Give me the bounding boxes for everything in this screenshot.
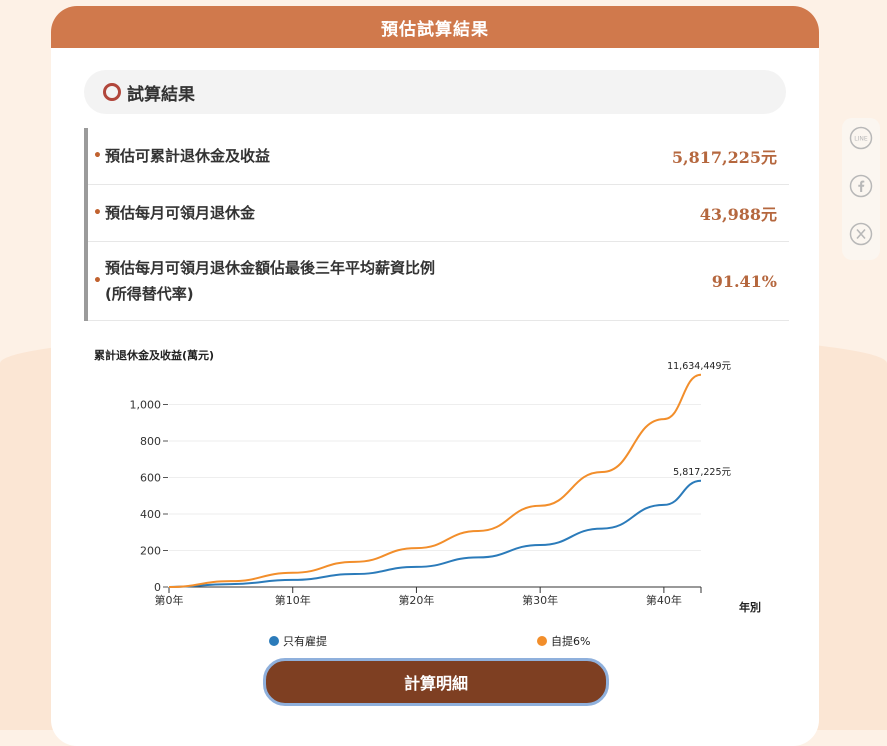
y-tick-label: 400 [140,508,161,521]
x-tick-label: 第10年 [275,593,311,607]
facebook-share-icon[interactable] [849,174,873,198]
section-title: 試算結果 [127,84,195,105]
y-tick-label: 0 [154,581,161,594]
series-end-label: 5,817,225元 [673,467,731,478]
legend-label: 自提6% [551,635,590,648]
x-tick-label: 第0年 [155,593,184,607]
button-label: 計算明細 [403,674,468,693]
section-heading: 試算結果 [84,70,786,114]
x-tick-label: 第40年 [646,593,682,607]
series-line-0 [168,479,702,588]
y-tick-label: 800 [140,435,161,448]
retirement-line-chart: 累計退休金及收益(萬元) 0 200 400 600 800 1,000 第0年 第10年 第20… [94,348,761,648]
share-bar: LINE [842,118,880,260]
y-axis-title: 累計退休金及收益(萬元) [94,348,214,362]
legend-label: 只有雇提 [283,634,327,648]
x-tick-label: 第30年 [522,593,558,607]
x-tick-label: 第20年 [398,593,434,607]
result-label-sub: (所得替代率) [104,285,194,303]
result-row-monthly: • 預估每月可領月退休金 43,988元 [88,185,789,242]
calculation-detail-button[interactable]: 計算明細 [263,658,609,706]
legend-marker [269,636,279,646]
result-row-ratio: • 預估每月可領月退休金額佔最後三年平均薪資比例 (所得替代率) 91.41% [88,242,789,321]
ring-icon [103,83,121,101]
series-line-1 [168,373,702,588]
result-card: 預估試算結果 試算結果 • 預估可累計退休金及收益 5,817,225元 • 預… [51,6,819,746]
line-share-icon[interactable]: LINE [849,126,873,150]
result-row-total: • 預估可累計退休金及收益 5,817,225元 [88,128,789,185]
results-list: • 預估可累計退休金及收益 5,817,225元 • 預估每月可領月退休金 43… [84,128,789,321]
card-header: 預估試算結果 [51,6,819,48]
legend-marker [537,636,547,646]
bullet-icon: • [93,148,102,164]
y-tick-label: 600 [140,472,161,485]
svg-text:LINE: LINE [854,136,868,143]
bullet-icon: • [93,205,102,221]
result-value: 43,988元 [699,205,777,224]
result-label: 預估每月可領月退休金額佔最後三年平均薪資比例 [104,259,435,277]
x-share-icon[interactable] [849,222,873,246]
result-label: 預估可累計退休金及收益 [104,147,270,165]
card-title: 預估試算結果 [381,19,489,40]
result-value: 91.41% [711,271,777,291]
x-axis-title: 年別 [739,600,761,614]
series-end-label: 11,634,449元 [667,361,731,372]
result-label: 預估每月可領月退休金 [104,204,255,222]
y-tick-label: 1,000 [130,399,162,412]
result-value: 5,817,225元 [671,148,777,167]
y-tick-label: 200 [140,545,161,558]
bullet-icon: • [93,273,102,289]
